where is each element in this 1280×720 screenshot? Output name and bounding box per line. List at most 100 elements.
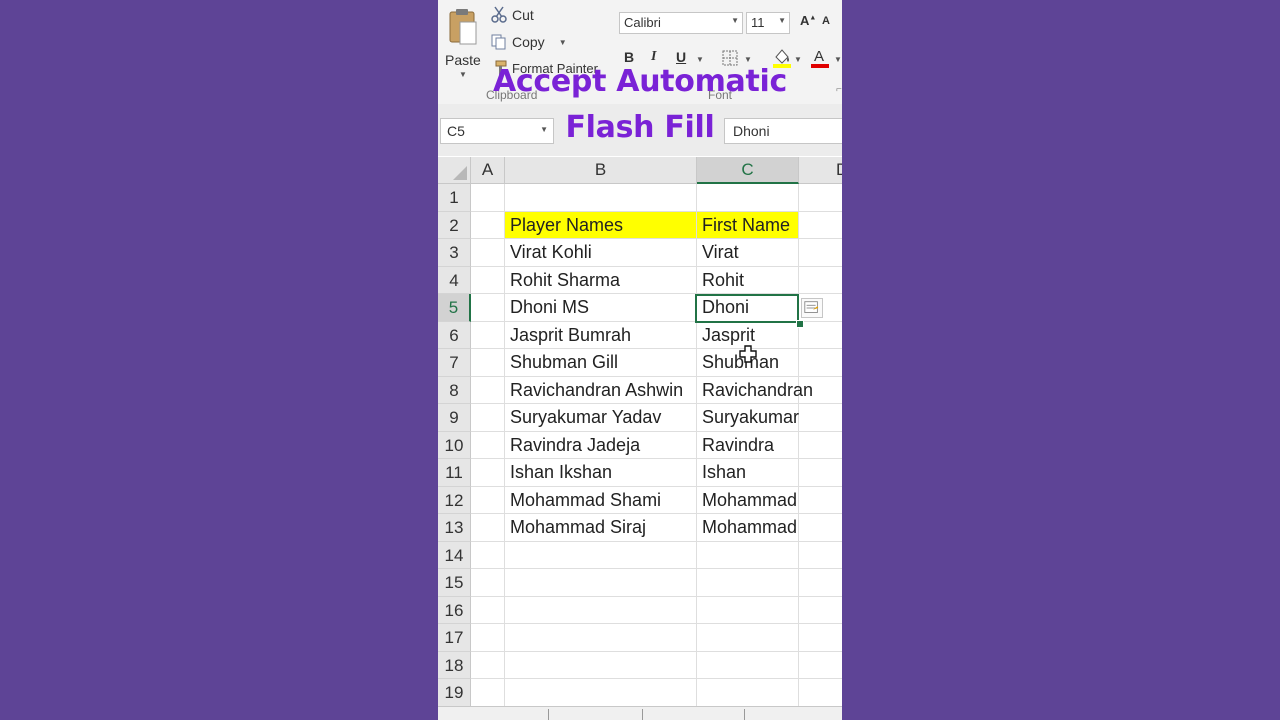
cell-d[interactable] (799, 542, 842, 569)
cell-b[interactable]: Mohammad Siraj (505, 514, 697, 542)
cell-d[interactable] (799, 487, 842, 514)
cell-b[interactable]: Jasprit Bumrah (505, 321, 697, 349)
cell-b[interactable]: Dhoni MS (505, 294, 697, 322)
row-header[interactable]: 12 (438, 486, 471, 514)
cell-a[interactable] (471, 624, 505, 652)
cell-c[interactable]: Ishan (697, 459, 799, 487)
cell-d[interactable] (799, 377, 842, 404)
cell-a[interactable] (471, 349, 505, 377)
cell-a[interactable] (471, 266, 505, 294)
chevron-down-icon[interactable]: ▼ (794, 55, 802, 64)
row-header[interactable]: 13 (438, 514, 471, 542)
cell-a[interactable] (471, 651, 505, 679)
row-header[interactable]: 6 (438, 321, 471, 349)
cell-c[interactable]: First Name (697, 211, 799, 239)
cell-c[interactable] (697, 184, 799, 212)
cell-d[interactable] (799, 184, 842, 212)
bold-button[interactable]: B (624, 49, 634, 65)
cell-d[interactable] (799, 212, 842, 239)
cell-b[interactable]: Ishan Ikshan (505, 459, 697, 487)
row-header[interactable]: 15 (438, 569, 471, 597)
copy-button[interactable]: Copy ▼ (490, 33, 567, 51)
cell-b[interactable] (505, 569, 697, 597)
row-header[interactable]: 18 (438, 651, 471, 679)
cell-c[interactable]: Ravichandran (697, 376, 813, 404)
row-header[interactable]: 16 (438, 596, 471, 624)
cell-d[interactable] (799, 459, 842, 487)
row-header[interactable]: 9 (438, 404, 471, 432)
font-name-select[interactable]: Calibri ▼ (619, 12, 743, 34)
cell-b[interactable] (505, 184, 697, 212)
cell-a[interactable] (471, 541, 505, 569)
cell-c[interactable] (697, 624, 799, 652)
cell-b[interactable] (505, 651, 697, 679)
cell-d[interactable] (799, 569, 842, 597)
cell-d[interactable] (799, 404, 842, 432)
cell-b[interactable]: Mohammad Shami (505, 486, 697, 514)
underline-button[interactable]: U (676, 49, 686, 65)
row-header[interactable]: 8 (438, 376, 471, 404)
chevron-down-icon[interactable]: ▼ (744, 55, 752, 64)
cell-a[interactable] (471, 294, 505, 322)
select-all-button[interactable] (438, 157, 471, 184)
row-header[interactable]: 10 (438, 431, 471, 459)
column-header-c[interactable]: C (697, 157, 799, 184)
cell-c[interactable] (697, 651, 799, 679)
fill-handle[interactable] (796, 320, 804, 328)
cell-b[interactable] (505, 596, 697, 624)
cell-d[interactable] (799, 322, 842, 349)
row-header[interactable]: 19 (438, 679, 471, 707)
cell-a[interactable] (471, 211, 505, 239)
cell-a[interactable] (471, 376, 505, 404)
increase-font-size-icon[interactable]: A▲ (800, 13, 816, 28)
cell-c[interactable]: Rohit (697, 266, 799, 294)
cell-a[interactable] (471, 239, 505, 267)
cell-c[interactable] (697, 679, 799, 707)
cell-d[interactable] (799, 239, 842, 267)
chevron-down-icon[interactable]: ▼ (834, 55, 842, 64)
column-header-a[interactable]: A (471, 157, 505, 184)
row-header[interactable]: 4 (438, 266, 471, 294)
cell-d[interactable] (799, 679, 842, 707)
cell-d[interactable] (799, 514, 842, 542)
row-header[interactable]: 2 (438, 211, 471, 239)
italic-button[interactable]: I (651, 49, 656, 65)
cell-c[interactable] (697, 569, 799, 597)
cell-c[interactable]: Ravindra (697, 431, 799, 459)
row-header[interactable]: 7 (438, 349, 471, 377)
cell-a[interactable] (471, 404, 505, 432)
cell-b[interactable] (505, 624, 697, 652)
cut-button[interactable]: Cut (490, 6, 534, 24)
cell-b[interactable]: Ravindra Jadeja (505, 431, 697, 459)
cell-b[interactable] (505, 679, 697, 707)
cell-d[interactable] (799, 597, 842, 624)
cell-b[interactable] (505, 541, 697, 569)
column-header-b[interactable]: B (505, 157, 697, 184)
cell-c[interactable]: Virat (697, 239, 799, 267)
cell-a[interactable] (471, 679, 505, 707)
flash-fill-options-button[interactable] (801, 298, 823, 318)
row-header[interactable]: 11 (438, 459, 471, 487)
cell-d[interactable] (799, 624, 842, 652)
cell-a[interactable] (471, 321, 505, 349)
cell-b[interactable]: Player Names (505, 211, 697, 239)
cell-c[interactable]: Suryakumar (697, 404, 799, 432)
cell-b[interactable]: Rohit Sharma (505, 266, 697, 294)
cell-c[interactable] (697, 596, 799, 624)
cell-c[interactable] (697, 541, 799, 569)
cell-b[interactable]: Suryakumar Yadav (505, 404, 697, 432)
chevron-down-icon[interactable]: ▼ (559, 38, 567, 47)
column-header-d[interactable]: D (799, 157, 842, 184)
cell-d[interactable] (799, 349, 842, 377)
cell-d[interactable] (799, 267, 842, 294)
cell-d[interactable] (799, 432, 842, 459)
cell-b[interactable]: Virat Kohli (505, 239, 697, 267)
font-size-select[interactable]: 11 ▼ (746, 12, 790, 34)
cell-b[interactable]: Shubman Gill (505, 349, 697, 377)
cell-c[interactable]: Mohammad (697, 486, 799, 514)
cell-a[interactable] (471, 596, 505, 624)
row-header[interactable]: 1 (438, 184, 471, 212)
cell-a[interactable] (471, 184, 505, 212)
row-header[interactable]: 5 (438, 294, 471, 322)
cell-a[interactable] (471, 459, 505, 487)
